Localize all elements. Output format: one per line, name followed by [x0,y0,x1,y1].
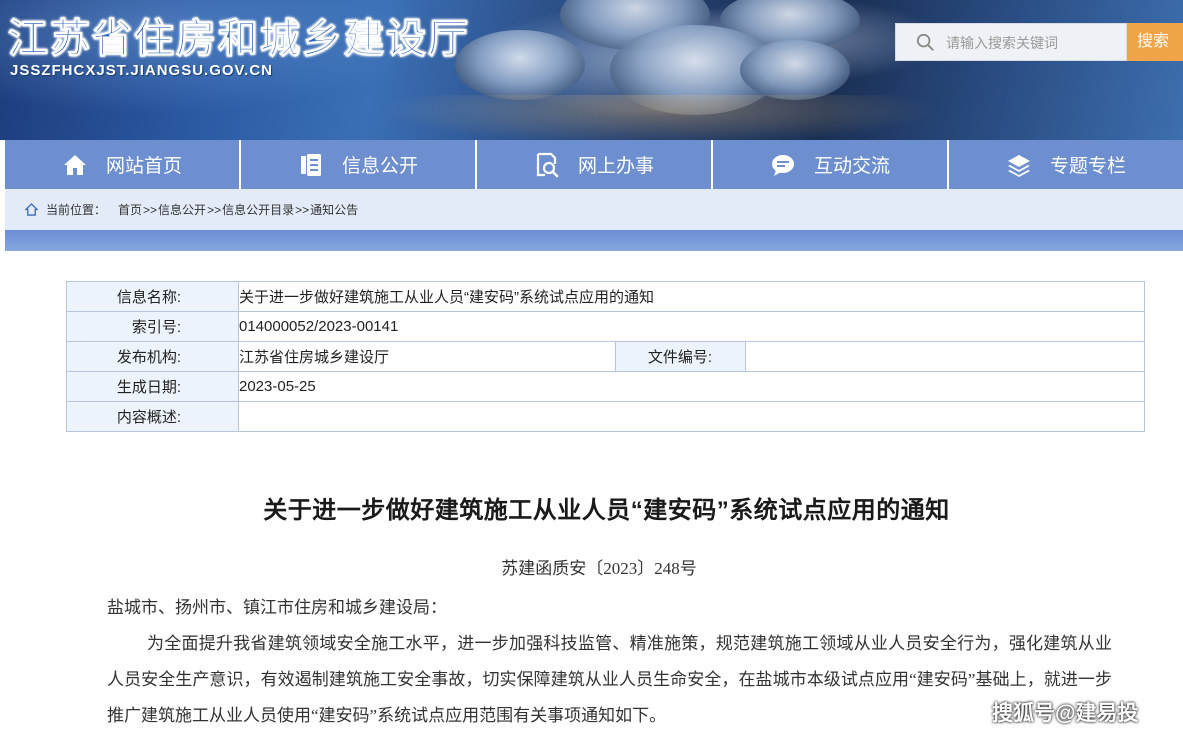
nav-label: 网站首页 [105,156,182,177]
nav-item-online-service[interactable]: 网上办事 [477,140,713,189]
document-number: 苏建函质安〔2023〕248号 [501,559,697,578]
table-row: 发布机构: 江苏省住房城乡建设厅 文件编号: [66,341,1146,372]
table-row: 内容概述: [66,401,1146,432]
location-home-icon [25,203,38,216]
watermark: 搜狐号@建易投 [992,702,1139,725]
home-icon [63,154,86,175]
nav-item-info-public[interactable]: 信息公开 [241,140,477,189]
breadcrumb-separator: >> [143,203,158,217]
banner-stadium-image [455,30,585,100]
nav-label: 互动交流 [813,156,890,177]
breadcrumb-item-home[interactable]: 首页 [118,203,142,217]
breadcrumb-label: 当前位置： [46,203,107,217]
article-addressee: 盐城市、扬州市、镇江市住房和城乡建设局： [107,598,447,617]
nav-label: 网上办事 [577,156,654,177]
breadcrumb-item-info-catalog[interactable]: 信息公开目录 [222,203,294,217]
breadcrumb-item-info-public[interactable]: 信息公开 [158,203,206,217]
article-paragraph: 为全面提升我省建筑领域安全施工水平，进一步加强科技监管、精准施策，规范建筑施工领… [107,634,1112,725]
info-file-no-label: 文件编号: [615,341,746,372]
table-row: 生成日期: 2023-05-25 [66,371,1146,402]
info-date-value: 2023-05-25 [237,371,1146,402]
info-table: 信息名称: 关于进一步做好建筑施工从业人员“建安码”系统试点应用的通知 索引号:… [66,281,1146,432]
search-doc-icon [536,152,559,177]
site-title[interactable]: 江苏省住房和城乡建设厅 [8,6,470,64]
search-box[interactable] [895,23,1127,62]
site-url: JSSZFHCXJST.JIANGSU.GOV.CN [10,62,274,79]
info-org-label: 发布机构: [66,341,239,372]
info-index-value: 014000052/2023-00141 [237,311,1146,342]
search-icon [916,33,934,51]
nav-item-interaction[interactable]: 互动交流 [713,140,949,189]
main-nav: 网站首页 信息公开 网上办事 互动交流 专题专栏 [5,140,1183,189]
search-input[interactable] [944,24,1126,62]
info-org-value: 江苏省住房城乡建设厅 [238,341,616,372]
search-button[interactable]: 搜索 [1127,23,1183,61]
info-index-label: 索引号: [66,311,239,342]
banner-ground-lights [380,95,940,140]
chat-icon [771,154,794,176]
info-name-value: 关于进一步做好建筑施工从业人员“建安码”系统试点应用的通知 [237,281,1146,312]
breadcrumb-separator: >> [295,203,310,217]
nav-item-special-topics[interactable]: 专题专栏 [949,140,1183,189]
nav-label: 专题专栏 [1049,156,1126,177]
document-icon [300,153,321,176]
breadcrumb-item-notices[interactable]: 通知公告 [310,203,358,217]
article-title: 关于进一步做好建筑施工从业人员“建安码”系统试点应用的通知 [263,497,950,524]
info-file-no-value [744,341,1146,372]
nav-label: 信息公开 [341,156,418,177]
banner-stadium-image [740,40,850,100]
divider-bar [5,230,1183,251]
breadcrumb-separator: >> [207,203,222,217]
table-row: 信息名称: 关于进一步做好建筑施工从业人员“建安码”系统试点应用的通知 [66,281,1146,312]
breadcrumb: 当前位置： 首页>>信息公开>>信息公开目录>>通知公告 [5,189,1183,230]
info-date-label: 生成日期: [66,371,239,402]
info-name-label: 信息名称: [66,281,239,312]
header-banner: 江苏省住房和城乡建设厅 JSSZFHCXJST.JIANGSU.GOV.CN 搜… [0,0,1183,140]
info-summary-value [237,401,1146,432]
layers-icon [1007,154,1030,177]
table-row: 索引号: 014000052/2023-00141 [66,311,1146,342]
nav-item-home[interactable]: 网站首页 [5,140,241,189]
info-summary-label: 内容概述: [66,401,239,432]
